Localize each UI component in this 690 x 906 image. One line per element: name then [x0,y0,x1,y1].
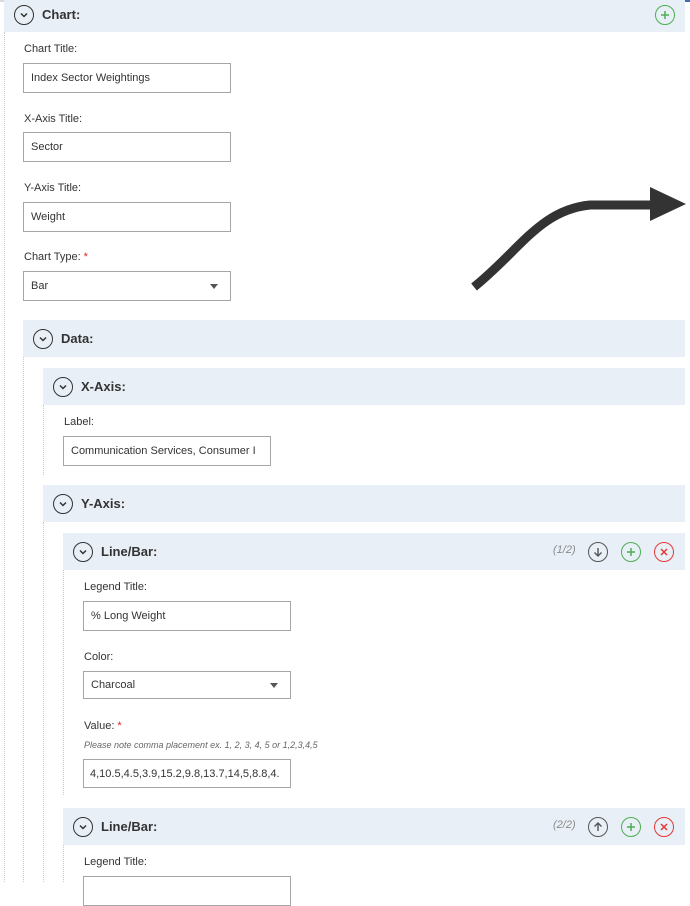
color-select[interactable]: Charcoal [83,671,291,699]
remove-series-icon[interactable] [654,817,674,837]
chart-section-header[interactable]: Chart: [4,0,685,32]
remove-series-icon[interactable] [654,542,674,562]
legend-title-input[interactable] [83,876,291,906]
y-axis-title-label: Y-Axis Title: [24,182,82,194]
x-axis-label-input[interactable]: Communication Services, Consumer I [63,436,271,466]
legend-title-label: Legend Title: [84,856,147,868]
legend-title-label: Legend Title: [84,581,147,593]
chevron-down-icon[interactable] [73,541,93,562]
y-axis-section-title: Y-Axis: [81,496,126,511]
add-series-icon[interactable] [621,817,641,837]
chart-title-input[interactable]: Index Sector Weightings [23,63,231,93]
value-hint: Please note comma placement ex. 1, 2, 3,… [84,740,318,750]
chart-section-guide [4,32,5,882]
line-bar-1-title: Line/Bar: [101,544,158,559]
x-axis-section-guide [43,405,44,475]
legend-title-input[interactable]: % Long Weight [83,601,291,631]
required-asterisk: * [83,251,88,263]
y-axis-section-guide [43,522,44,882]
line-bar-1-counter: (1/2) [553,544,576,556]
line-bar-2-guide [63,845,64,882]
line-bar-2-counter: (2/2) [553,819,576,831]
x-axis-section-header[interactable]: X-Axis: [43,368,685,405]
add-series-icon[interactable] [621,542,641,562]
value-label-text: Value: [84,720,115,732]
dropdown-arrow-icon [210,284,218,289]
x-axis-title-input[interactable]: Sector [23,132,231,162]
data-section-header[interactable]: Data: [23,320,685,357]
curved-arrow-annotation [471,187,686,291]
value-input[interactable]: 4,10.5,4.5,3.9,15.2,9.8,13.7,14,5,8.8,4. [83,759,291,788]
value-label: Value: * [84,720,122,732]
chevron-down-icon[interactable] [73,816,93,837]
move-up-icon[interactable] [588,817,608,837]
x-axis-title-label: X-Axis Title: [24,113,83,125]
required-asterisk: * [117,720,122,732]
chevron-down-icon[interactable] [53,376,73,397]
x-axis-label-caption: Label: [64,416,94,428]
chevron-down-icon[interactable] [53,493,73,514]
color-value: Charcoal [91,679,136,691]
y-axis-section-header[interactable]: Y-Axis: [43,485,685,522]
chart-type-label-text: Chart Type: [24,251,81,263]
y-axis-title-input[interactable]: Weight [23,202,231,232]
chart-section-title: Chart: [42,7,81,22]
dropdown-arrow-icon [270,683,278,688]
data-section-guide [23,357,24,882]
color-label: Color: [84,651,114,663]
chart-type-label: Chart Type: * [24,251,88,263]
move-down-icon[interactable] [588,542,608,562]
chart-title-label: Chart Title: [24,43,78,55]
x-axis-section-title: X-Axis: [81,379,126,394]
data-section-title: Data: [61,331,94,346]
chevron-down-icon[interactable] [33,328,53,349]
chevron-down-icon[interactable] [14,4,34,25]
chart-type-select[interactable]: Bar [23,271,231,301]
line-bar-2-title: Line/Bar: [101,819,158,834]
add-chart-icon[interactable] [655,5,675,25]
line-bar-1-guide [63,570,64,795]
chart-type-value: Bar [31,280,49,292]
